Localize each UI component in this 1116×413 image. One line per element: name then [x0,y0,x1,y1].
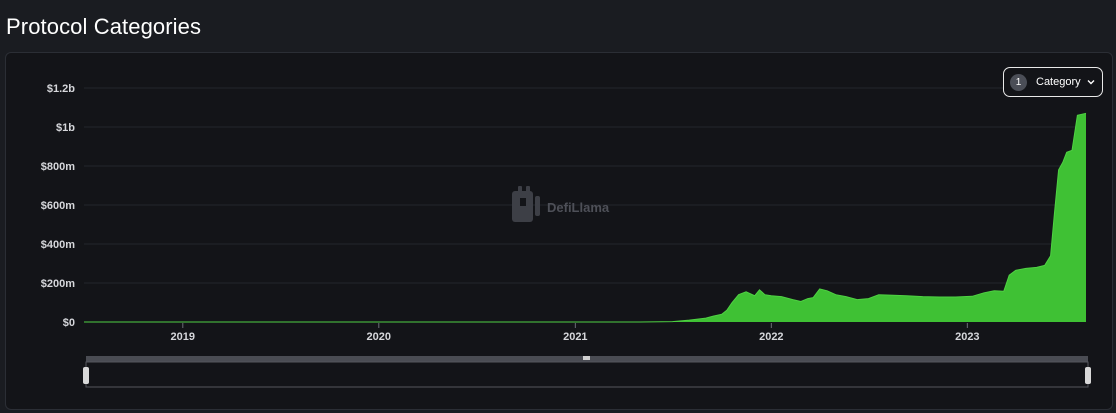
y-axis: $0 $200m $400m $600m $800m $1b $1.2b [41,83,76,329]
x-tick-label: 2021 [563,331,587,343]
x-axis: 2019 2020 2021 2022 2023 [171,323,980,343]
range-handle-left[interactable] [83,367,89,384]
y-tick-label: $400m [41,239,75,251]
series-area [84,113,1086,322]
y-tick-label: $800m [41,161,75,173]
y-tick-label: $1b [56,122,75,134]
chevron-down-icon [1087,80,1095,85]
y-tick-label: $600m [41,200,75,212]
defillama-watermark: DefiLlama [512,186,610,222]
x-tick-label: 2019 [171,331,195,343]
category-filter-label: Category [1036,76,1081,88]
x-tick-label: 2020 [367,331,391,343]
grid-layer [84,87,1086,284]
y-tick-label: $1.2b [47,83,75,95]
x-tick-label: 2023 [955,331,979,343]
range-handle-right[interactable] [1085,367,1091,384]
category-count-badge: 1 [1010,73,1027,91]
category-filter-button[interactable]: 1 Category [1003,67,1103,97]
series-line [84,112,1087,323]
llama-logo-icon [512,186,540,222]
range-selector-window [85,361,1089,388]
watermark-text: DefiLlama [547,200,610,215]
x-tick-label: 2022 [759,331,783,343]
y-tick-label: $0 [63,317,75,329]
range-selector-grip-icon [583,356,590,360]
protocol-categories-chart: $0$200m$400m$600m$800m$1b$1.2b 2019 2020 2… [41,83,1091,388]
y-tick-label: $200m [41,278,75,290]
range-selector[interactable] [83,356,1091,388]
